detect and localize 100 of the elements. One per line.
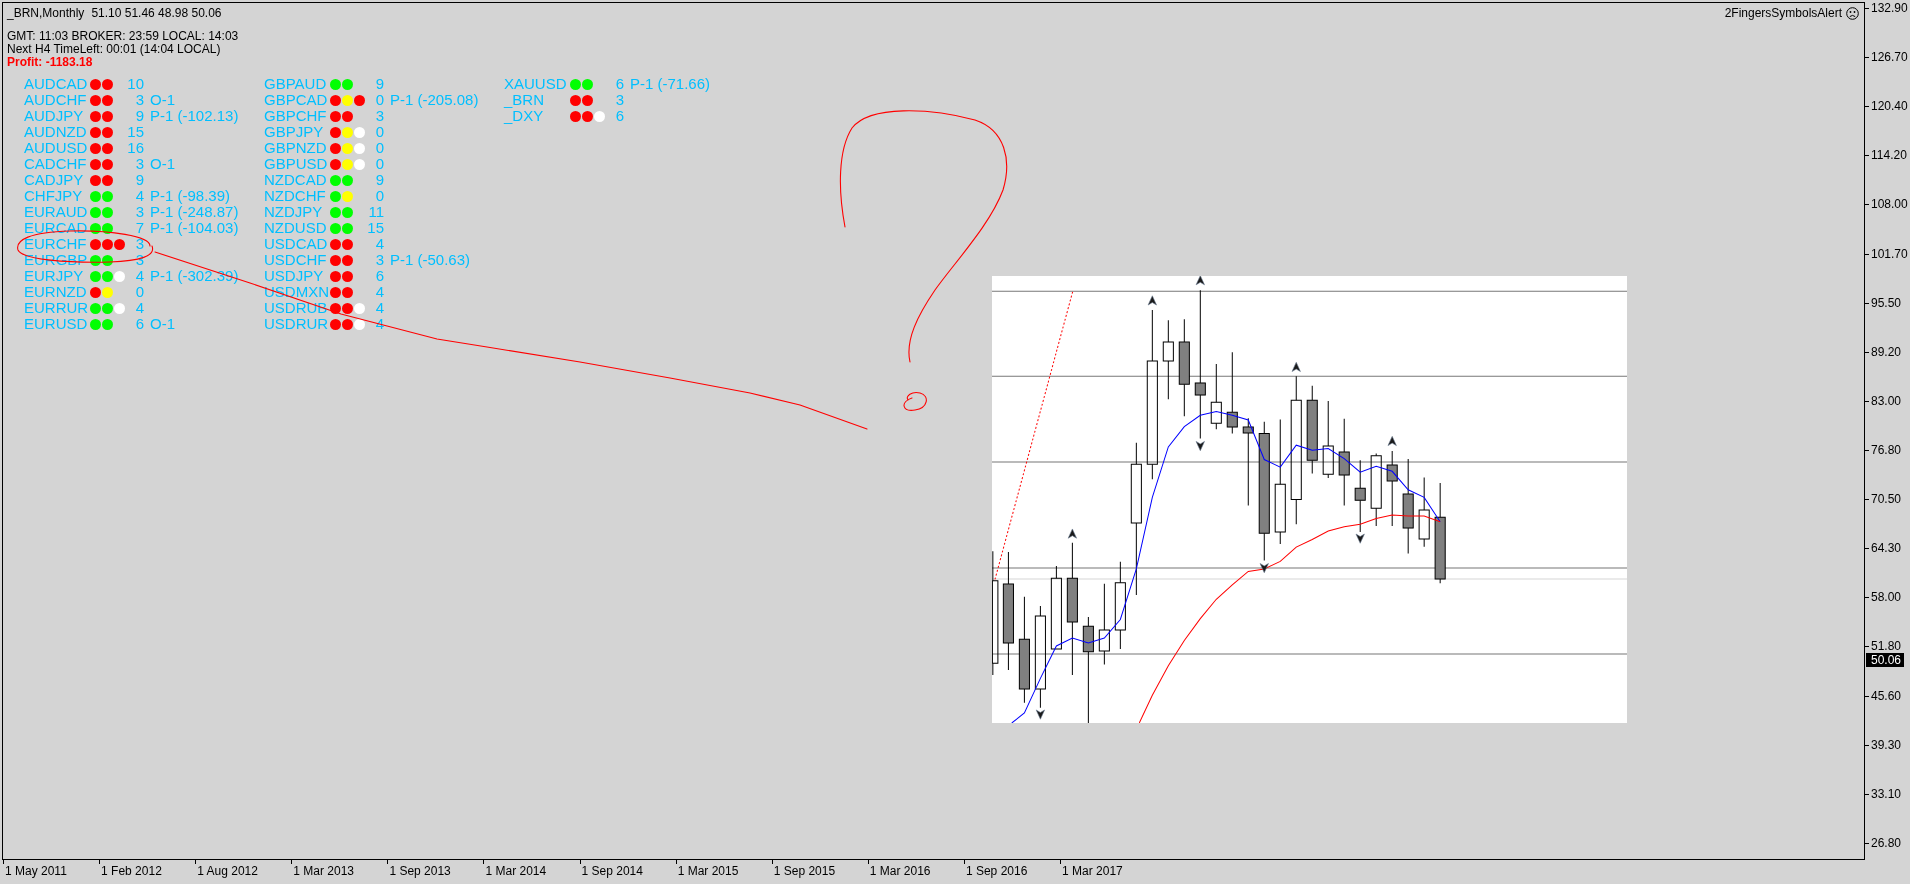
count-label: 0: [375, 140, 384, 156]
symbol-label: AUDJPY: [24, 108, 84, 124]
symbol-label: USDRUR: [264, 316, 329, 332]
time-axis-label: 1 Sep 2015: [771, 860, 868, 878]
arrow-up-icon: [1387, 436, 1397, 446]
symbol-label: NZDCAD: [264, 172, 327, 188]
signal-label: P-1 (-248.87): [149, 204, 239, 220]
arrow-down-icon: [1355, 533, 1365, 544]
price-axis-label: 45.60: [1865, 689, 1902, 703]
symbol-label: EURCAD: [24, 220, 88, 236]
count-label: 3: [135, 236, 144, 252]
count-label: 9: [135, 108, 144, 124]
count-label: 6: [135, 316, 144, 332]
current-price-label: 50.06: [1866, 653, 1905, 667]
price-axis-label: 89.20: [1865, 345, 1902, 359]
price-axis-label: 64.30: [1865, 542, 1902, 556]
price-axis-label: 95.50: [1865, 296, 1902, 310]
chart-title: _BRN,Monthly: [7, 6, 85, 20]
time-axis-label: 1 Sep 2014: [579, 860, 676, 878]
hollow-candlestick: [1210, 363, 1222, 430]
symbol-label: EURNZD: [24, 284, 87, 300]
count-label: 3: [375, 108, 384, 124]
count-label: 6: [615, 108, 624, 124]
count-label: 4: [135, 268, 144, 284]
time-axis-label: 1 Aug 2012: [195, 860, 292, 878]
ohlc-values: 51.10 51.46 48.98 50.06: [91, 6, 222, 20]
arrow-down-icon: [1035, 709, 1045, 720]
price-axis-label: 70.50: [1865, 493, 1902, 507]
symbol-label: CADJPY: [24, 172, 84, 188]
count-label: 9: [375, 172, 384, 188]
symbol-label: EURRUR: [24, 300, 89, 316]
symbol-label: AUDCAD: [24, 76, 88, 92]
symbol-label: GBPAUD: [264, 76, 327, 92]
count-label: 10: [127, 76, 144, 92]
count-label: 4: [375, 236, 384, 252]
symbol-label: CHFJPY: [24, 188, 83, 204]
count-label: 3: [135, 156, 144, 172]
symbol-label: _BRN: [504, 92, 544, 108]
count-label: 4: [375, 300, 384, 316]
next-bar-timer: Next H4 TimeLeft: 00:01 (14:04 LOCAL): [7, 43, 222, 56]
count-label: 3: [615, 92, 624, 108]
symbol-label: NZDCHF: [264, 188, 326, 204]
price-axis-label: 108.00: [1865, 198, 1908, 212]
signal-label: P-1 (-104.03): [149, 220, 239, 236]
count-label: 0: [375, 124, 384, 140]
hollow-candlestick: [1418, 477, 1430, 548]
symbol-label: AUDNZD: [24, 124, 87, 140]
price-axis-label: 76.80: [1865, 444, 1902, 457]
symbol-label: EURCHF: [24, 236, 87, 252]
time-axis-label: 1 Mar 2017: [1060, 860, 1157, 878]
symbol-label: AUDUSD: [24, 140, 88, 156]
symbol-label: CADCHF: [24, 156, 87, 172]
symbol-label: GBPCHF: [264, 108, 327, 124]
count-label: 0: [375, 188, 384, 204]
signal-label: P-1 (-71.66): [629, 76, 711, 92]
symbol-label: NZDJPY: [264, 204, 323, 220]
time-axis-label: 1 Mar 2013: [291, 860, 388, 878]
count-label: 16: [127, 140, 144, 156]
symbol-label: NZDUSD: [264, 220, 327, 236]
clock-times: GMT: 11:03 BROKER: 23:59 LOCAL: 14:03: [7, 30, 239, 43]
price-axis-label: 26.80: [1865, 836, 1902, 850]
count-label: 3: [375, 252, 384, 268]
count-label: 15: [367, 220, 384, 236]
count-label: 4: [375, 284, 384, 300]
count-label: 7: [135, 220, 144, 236]
symbol-label: USDCAD: [264, 236, 328, 252]
arrow-up-icon: [1067, 528, 1077, 539]
count-label: 3: [135, 92, 144, 108]
symbol-label: GBPNZD: [264, 140, 327, 156]
time-axis-label: 1 Sep 2016: [963, 860, 1061, 878]
count-label: 4: [135, 188, 144, 204]
symbol-label: USDJPY: [264, 268, 324, 284]
signal-label: P-1 (-102.13): [149, 108, 239, 124]
time-axis-label: 1 Sep 2013: [387, 860, 484, 878]
symbol-label: EURJPY: [24, 268, 84, 284]
price-axis-label: 101.70: [1865, 247, 1908, 261]
price-axis-label: 132.90: [1865, 2, 1908, 15]
time-axis-label: 1 Feb 2012: [99, 860, 196, 878]
arrow-up-icon: [1195, 276, 1205, 286]
count-label: 15: [127, 124, 144, 140]
price-axis-label: 126.70: [1865, 51, 1908, 65]
symbol-label: _DXY: [504, 108, 544, 124]
count-label: 0: [375, 92, 384, 108]
arrow-up-icon: [1291, 362, 1301, 372]
symbol-label: AUDCHF: [24, 92, 87, 108]
symbol-label: GBPJPY: [264, 124, 324, 140]
signal-label: O-1: [149, 92, 175, 108]
count-label: 0: [135, 284, 144, 300]
indicator-name: 2FingersSymbolsAlert: [1724, 6, 1842, 20]
count-label: 6: [375, 268, 384, 284]
time-axis-label: 1 May 2011: [3, 860, 100, 878]
count-label: 4: [135, 300, 144, 316]
count-label: 6: [615, 76, 624, 92]
symbol-label: GBPCAD: [264, 92, 328, 108]
signal-label: P-1 (-302.39): [149, 268, 239, 284]
price-axis-label: 33.10: [1865, 787, 1902, 801]
count-label: 9: [135, 172, 144, 188]
signal-label: P-1 (-50.63): [389, 252, 471, 268]
symbol-label: USDCHF: [264, 252, 327, 268]
arrow-down-icon: [1259, 563, 1269, 574]
